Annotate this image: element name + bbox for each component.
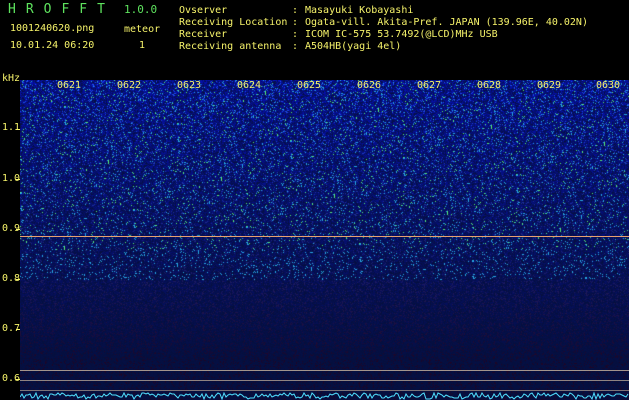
time-tick-label: 0622 — [117, 80, 142, 91]
carrier-line — [20, 236, 629, 237]
y-tick-label: 1.1 — [2, 122, 21, 133]
y-tick — [16, 329, 20, 330]
receiver-value: ICOM IC-575 53.7492(@LCD)MHz USB — [305, 29, 498, 40]
marker-line — [20, 370, 629, 371]
bottom-trace — [20, 391, 629, 400]
info-separator: : — [292, 29, 299, 40]
time-tick-label: 0630 — [596, 80, 621, 91]
observer-label: Ovserver — [179, 5, 228, 16]
receiver-label: Receiver — [179, 29, 228, 40]
spectrogram — [20, 80, 629, 400]
meteor-count: 1 — [139, 40, 146, 51]
antenna-value: A504HB(yagi 4el) — [305, 41, 402, 52]
y-axis-unit: kHz — [2, 73, 21, 84]
info-separator: : — [292, 41, 299, 52]
y-tick — [16, 279, 20, 280]
timestamp-label: 10.01.24 06:20 — [10, 40, 95, 51]
logo-text: HROFFT — [8, 2, 115, 17]
marker-line — [20, 380, 629, 381]
y-tick — [16, 229, 20, 230]
hrofft-window: HROFFT 1.0.0 1001240620.png meteor 10.01… — [0, 0, 629, 400]
time-tick-label: 0623 — [177, 80, 202, 91]
time-tick-label: 0621 — [57, 80, 82, 91]
location-value: Ogata-vill. Akita-Pref. JAPAN (139.96E, … — [305, 17, 588, 28]
time-tick-label: 0625 — [297, 80, 322, 91]
y-tick — [16, 179, 20, 180]
observer-value: Masayuki Kobayashi — [305, 5, 414, 16]
y-tick — [16, 129, 20, 130]
spectrogram-noise — [20, 80, 629, 400]
time-tick-label: 0629 — [537, 80, 562, 91]
location-label: Receiving Location — [179, 17, 288, 28]
time-tick-label: 0628 — [477, 80, 502, 91]
info-separator: : — [292, 5, 299, 16]
filename-label: 1001240620.png — [10, 23, 95, 34]
antenna-label: Receiving antenna — [179, 41, 282, 52]
time-tick-label: 0627 — [417, 80, 442, 91]
version-label: 1.0.0 — [124, 3, 158, 16]
time-tick-label: 0624 — [237, 80, 262, 91]
time-tick-label: 0626 — [357, 80, 382, 91]
info-separator: : — [292, 17, 299, 28]
mode-label: meteor — [124, 24, 161, 35]
